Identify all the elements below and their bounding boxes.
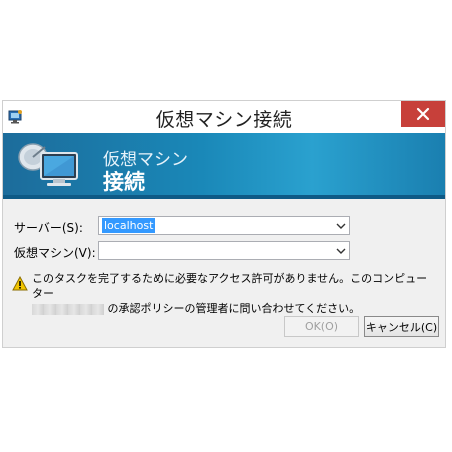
close-icon [416,107,430,121]
permission-warning: このタスクを完了するために必要なアクセス許可がありません。このコンピューター の… [32,271,432,316]
dropdown-arrow-icon[interactable] [336,221,346,231]
warning-line-1: このタスクを完了するために必要なアクセス許可がありません。このコンピューター [32,272,428,300]
window-title: 仮想マシン接続 [155,109,293,131]
server-combobox[interactable]: localhost [98,216,350,235]
warning-line-2-row: の承認ポリシーの管理者に問い合わせてください。 [32,301,432,316]
title-bar: 仮想マシン接続 [3,101,445,133]
server-label: サーバー(S): [14,221,83,235]
dropdown-arrow-icon[interactable] [336,246,346,256]
monitor-satellite-icon [18,143,78,186]
banner-heading: 接続 [103,170,145,194]
close-button[interactable] [401,101,445,127]
warning-icon [12,276,28,291]
vm-label: 仮想マシン(V): [14,246,96,260]
header-banner: 仮想マシン 接続 [3,133,445,199]
server-value: localhost [102,218,156,233]
warning-line-2: の承認ポリシーの管理者に問い合わせてください。 [107,302,361,315]
redacted-computer-name [32,303,104,315]
vm-combobox[interactable] [98,241,350,260]
cancel-button[interactable]: キャンセル(C) [364,316,439,337]
ok-button[interactable]: OK(O) [284,316,359,337]
